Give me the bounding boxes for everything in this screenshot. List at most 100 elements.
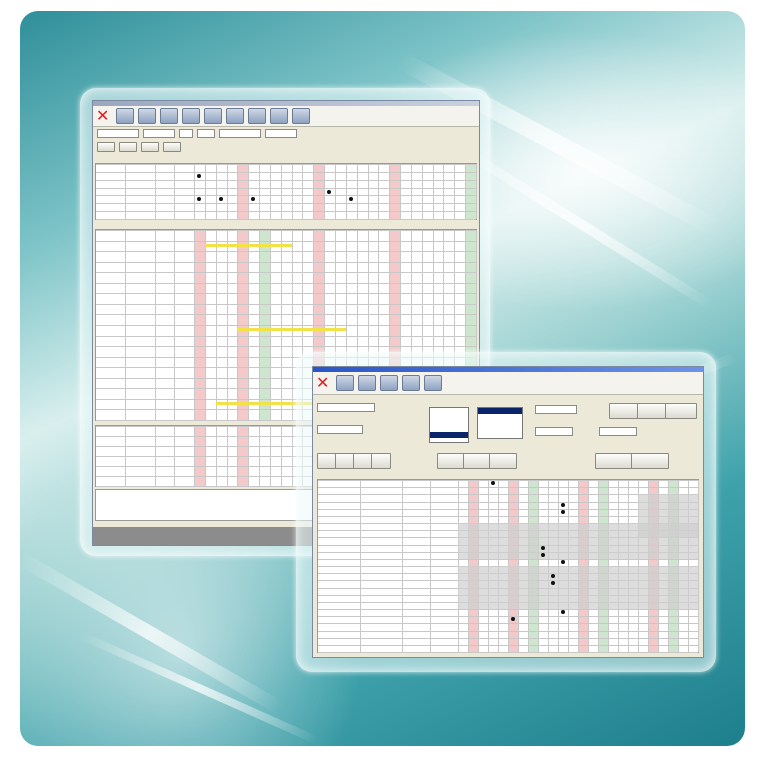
nav-button[interactable] (335, 453, 355, 469)
grid-line (96, 325, 476, 326)
grid-line (125, 164, 127, 219)
schedule-grid[interactable] (317, 479, 699, 653)
people-icon (204, 108, 222, 124)
schedule-mark (491, 481, 495, 485)
table-button[interactable] (116, 108, 134, 124)
nav-button[interactable] (141, 142, 159, 152)
print-icon (358, 375, 376, 391)
category-list[interactable] (429, 407, 469, 443)
print-button[interactable] (402, 375, 420, 391)
table-button[interactable] (138, 108, 156, 124)
filter-row (93, 127, 479, 140)
printer-button[interactable] (292, 108, 310, 124)
schedule-mark (561, 502, 565, 507)
grid-line (318, 652, 698, 653)
grid-line (476, 164, 477, 219)
print-icon (248, 108, 266, 124)
move-button[interactable] (489, 453, 517, 469)
nav-button[interactable] (353, 453, 373, 469)
grid-line (318, 480, 698, 481)
table-icon (116, 108, 134, 124)
grid-line (318, 558, 698, 560)
export-icon (380, 375, 398, 391)
nav-button[interactable] (119, 142, 137, 152)
highlight-bar (237, 328, 346, 331)
table-button[interactable] (160, 108, 178, 124)
print-icon (402, 375, 420, 391)
grid-line (96, 251, 476, 253)
close-button[interactable]: ✕ (96, 106, 112, 125)
grid-line (125, 426, 127, 486)
grid-line (96, 261, 476, 263)
close-button[interactable]: ✕ (316, 375, 332, 391)
grid-line (360, 480, 361, 652)
grid-line (174, 164, 176, 219)
people-button[interactable] (204, 108, 222, 124)
grid-line (96, 203, 476, 205)
schedule-mark (327, 189, 332, 194)
schedule-window-front: ✕ (312, 366, 704, 658)
confirm-button[interactable] (631, 453, 669, 469)
schedule-mark (251, 197, 256, 202)
print-icon (226, 108, 244, 124)
grid-line (318, 630, 698, 632)
nav-button[interactable] (371, 453, 391, 469)
grid-line (96, 171, 476, 173)
nav-button[interactable] (317, 453, 337, 469)
type-field[interactable] (179, 129, 193, 138)
print-button[interactable] (248, 108, 266, 124)
print-icon (424, 375, 442, 391)
grid-line (96, 346, 476, 348)
staff-field[interactable] (317, 425, 363, 434)
schedule-mark (541, 552, 545, 557)
print-button[interactable] (226, 108, 244, 124)
search-button[interactable] (336, 375, 354, 391)
grid-line (318, 487, 698, 489)
schedule-grid-top[interactable] (95, 163, 477, 220)
calendar-button[interactable] (182, 108, 200, 124)
schedule-mark (348, 197, 353, 202)
status-field[interactable] (535, 427, 573, 436)
document-button[interactable] (270, 108, 288, 124)
grid-line (154, 426, 156, 486)
grid-line (96, 335, 476, 337)
print-button[interactable] (424, 375, 442, 391)
move-button[interactable] (437, 453, 465, 469)
grid-line (96, 282, 476, 284)
grid-line (318, 623, 698, 625)
date-field[interactable] (265, 129, 297, 138)
group-field[interactable] (219, 129, 261, 138)
grid-line (96, 187, 476, 189)
date-field[interactable] (317, 403, 375, 412)
action-button[interactable] (665, 403, 697, 419)
printer-icon (292, 108, 310, 124)
schedule-mark (197, 197, 201, 202)
period-field[interactable] (599, 427, 637, 436)
search-field[interactable] (97, 129, 139, 138)
status-field[interactable] (197, 129, 215, 138)
nav-button[interactable] (97, 142, 115, 152)
name-field[interactable] (535, 405, 577, 414)
schedule-mark (541, 545, 545, 550)
schedule-mark (197, 173, 201, 178)
grid-line (430, 480, 431, 652)
nav-button[interactable] (163, 142, 181, 152)
close-icon: ✕ (96, 106, 110, 125)
shaded-block (638, 494, 698, 538)
grid-line (96, 230, 476, 231)
grid-line (96, 211, 476, 213)
type-list[interactable] (477, 407, 523, 439)
print-button[interactable] (358, 375, 376, 391)
toolbar: ✕ (93, 106, 479, 127)
export-button[interactable] (380, 375, 398, 391)
grid-line (154, 164, 156, 219)
period-field[interactable] (143, 129, 175, 138)
table-icon (160, 108, 178, 124)
schedule-mark (561, 509, 565, 514)
light-streak (20, 551, 284, 715)
table-icon (138, 108, 156, 124)
grid-line (96, 272, 476, 274)
register-button[interactable] (595, 453, 633, 469)
grid-line (174, 230, 176, 420)
move-button[interactable] (463, 453, 491, 469)
